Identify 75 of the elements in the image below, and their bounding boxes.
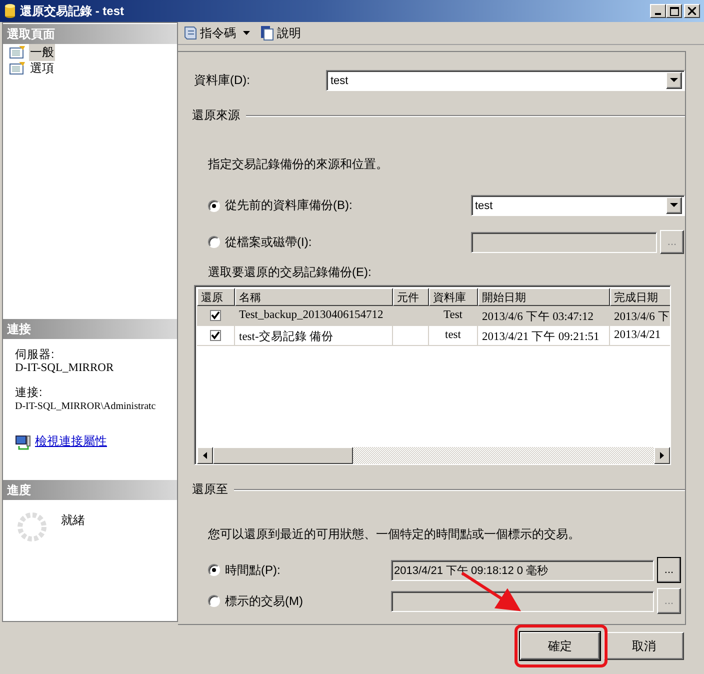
- section-header: 連接: [3, 318, 177, 339]
- scrollbar-thumb[interactable]: [213, 447, 353, 464]
- database-icon: [4, 3, 16, 19]
- dropdown-button[interactable]: [666, 197, 682, 214]
- caret-icon: [670, 203, 678, 208]
- close-button[interactable]: [684, 4, 700, 18]
- table-cell: test-交易記錄 備份: [239, 331, 334, 343]
- column-header[interactable]: 元件: [393, 288, 429, 306]
- caret-icon: [670, 78, 678, 83]
- document-icon: [259, 25, 275, 41]
- server-label: 伺服器:: [15, 349, 56, 362]
- backup-dropdown[interactable]: test: [471, 195, 685, 216]
- table-row[interactable]: Test_backup_20130406154712 Test 2013/4/6 下午 03:47:12 2013/4/6 下: [197, 306, 670, 326]
- browse-button[interactable]: ...: [657, 557, 681, 583]
- window-title: 還原交易記錄 - test: [20, 2, 124, 20]
- section-header: 進度: [3, 479, 177, 500]
- right-arrow-icon: [660, 452, 664, 459]
- toolbar-button[interactable]: 說明: [277, 24, 301, 42]
- section-header: 選取頁面: [3, 23, 177, 44]
- dropdown-button[interactable]: [666, 72, 682, 89]
- scroll-right-button[interactable]: [654, 447, 670, 464]
- spinner-icon: [17, 512, 47, 542]
- sidebar-item[interactable]: 選項: [29, 60, 55, 76]
- ok-button[interactable]: 確定: [520, 632, 600, 660]
- column-header[interactable]: 名稱: [235, 288, 393, 306]
- computer-icon: [15, 434, 31, 450]
- radio-button[interactable]: [208, 564, 220, 576]
- description-text: 您可以還原到最近的可用狀態、一個特定的時間點或一個標示的交易。: [208, 526, 581, 543]
- radio-label[interactable]: 從先前的資料庫備份(B):: [225, 197, 352, 214]
- page-icon: [9, 45, 27, 59]
- table-cell: 2013/4/21 下午 09:21:51: [482, 331, 600, 343]
- cancel-button[interactable]: 取消: [604, 632, 684, 660]
- caret-icon[interactable]: [242, 30, 251, 36]
- progress-status: 就緒: [61, 512, 85, 529]
- column-header[interactable]: 資料庫: [429, 288, 478, 306]
- connection-name: D-IT-SQL_MIRROR\Administratc: [15, 400, 156, 413]
- minimize-button[interactable]: [650, 4, 666, 18]
- description-text: 指定交易記錄備份的來源和位置。: [208, 156, 389, 173]
- radio-button[interactable]: [208, 200, 220, 212]
- connection-properties-link[interactable]: 檢視連接屬性: [35, 433, 107, 450]
- table-cell: Test: [444, 309, 462, 321]
- file-path-field[interactable]: [471, 232, 657, 252]
- table-cell: 2013/4/6 下午 03:47:12: [482, 311, 594, 323]
- scroll-icon: [182, 25, 198, 41]
- radio-button[interactable]: [208, 236, 220, 248]
- table-cell: test: [445, 329, 461, 341]
- radio-label[interactable]: 時間點(P):: [225, 562, 280, 578]
- checkbox[interactable]: [210, 310, 221, 321]
- left-arrow-icon: [203, 452, 207, 459]
- table-cell: Test_backup_20130406154712: [239, 309, 384, 321]
- connection-label: 連接:: [15, 387, 44, 400]
- radio-label[interactable]: 從檔案或磁帶(I):: [225, 234, 312, 250]
- checkbox[interactable]: [210, 330, 221, 341]
- table-label: 選取要還原的交易記錄備份(E):: [208, 264, 372, 281]
- column-header[interactable]: 開始日期: [478, 288, 610, 306]
- table-cell: 2013/4/6 下: [614, 311, 670, 323]
- close-icon: [688, 7, 696, 15]
- column-header[interactable]: 完成日期: [610, 288, 670, 306]
- scroll-left-button[interactable]: [197, 447, 213, 464]
- marked-transaction-field[interactable]: [391, 590, 654, 612]
- table-cell: 2013/4/21: [614, 329, 661, 341]
- group-heading: 還原至: [192, 481, 228, 498]
- radio-button[interactable]: [208, 595, 220, 607]
- database-dropdown[interactable]: test: [326, 70, 685, 91]
- page-icon: [9, 61, 27, 75]
- toolbar-button[interactable]: 指令碼: [200, 24, 236, 42]
- maximize-icon: [670, 6, 678, 16]
- sidebar-item[interactable]: 一般: [29, 44, 55, 60]
- maximize-button[interactable]: [666, 4, 682, 18]
- database-label: 資料庫(D):: [193, 72, 251, 89]
- column-header[interactable]: 還原: [197, 288, 235, 306]
- table-row[interactable]: test-交易記錄 備份 test 2013/4/21 下午 09:21:51 2013/4/21: [197, 326, 670, 346]
- group-heading: 還原來源: [192, 107, 240, 124]
- radio-label[interactable]: 標示的交易(M): [225, 592, 303, 610]
- server-name: D-IT-SQL_MIRROR: [15, 362, 115, 375]
